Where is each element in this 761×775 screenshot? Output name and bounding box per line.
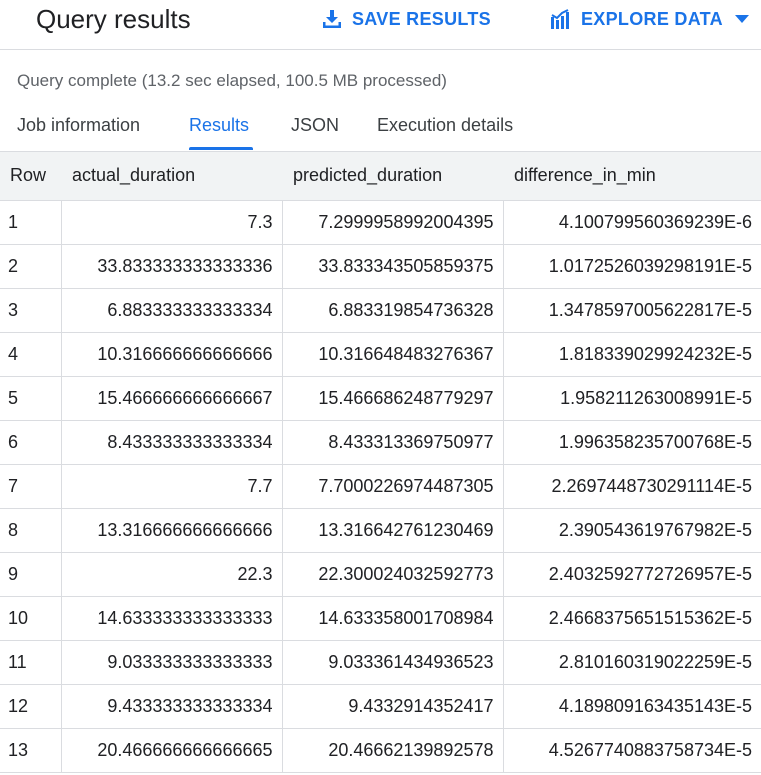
page-title: Query results <box>36 4 191 34</box>
table-row: 9 22.3 22.300024032592773 2.403259277272695… <box>0 552 761 597</box>
actual-duration-cell: 9.433333333333334 <box>60 684 282 729</box>
tab-json[interactable]: JSON <box>291 114 339 136</box>
table-row: 4 10.316666666666666 10.316648483276367 1.8… <box>0 332 761 377</box>
predicted-duration-cell: 15.466686248779297 <box>281 376 503 421</box>
predicted-duration-cell: 9.033361434936523 <box>281 640 503 685</box>
predicted-duration-cell: 8.433313369750977 <box>281 420 503 465</box>
table-row: 13 20.466666666666665 20.46662139892578 4.5… <box>0 728 761 773</box>
row-number-cell: 9 <box>0 552 61 597</box>
column-header-difference-in-min: difference_in_min <box>503 152 761 201</box>
row-number-cell: 12 <box>0 684 61 729</box>
table-header-row: Row actual_duration predicted_duration d… <box>0 152 761 201</box>
column-header-predicted-duration: predicted_duration <box>282 152 503 201</box>
download-icon <box>323 10 341 28</box>
tab-job-information[interactable]: Job information <box>17 114 140 136</box>
save-results-label: SAVE RESULTS <box>352 8 491 29</box>
table-row: 1 7.3 7.2999958992004395 4.100799560369239E… <box>0 200 761 245</box>
results-tabs: Job information Results JSON Execution d… <box>0 110 761 150</box>
row-number-cell: 7 <box>0 464 61 509</box>
actual-duration-cell: 9.033333333333333 <box>60 640 282 685</box>
actual-duration-cell: 15.466666666666667 <box>60 376 282 421</box>
actual-duration-cell: 20.466666666666665 <box>60 728 282 773</box>
chevron-down-icon[interactable] <box>734 15 749 23</box>
actual-duration-cell: 14.633333333333333 <box>60 596 282 641</box>
actual-duration-cell: 33.833333333333336 <box>60 244 282 289</box>
actual-duration-cell: 13.316666666666666 <box>60 508 282 553</box>
difference-in-min-cell: 1.958211263008991E-5 <box>502 376 761 421</box>
row-number-cell: 13 <box>0 728 61 773</box>
table-row: 3 6.883333333333334 6.883319854736328 1.347… <box>0 288 761 333</box>
predicted-duration-cell: 22.300024032592773 <box>281 552 503 597</box>
column-header-row: Row <box>0 152 61 201</box>
predicted-duration-cell: 33.833343505859375 <box>281 244 503 289</box>
predicted-duration-cell: 20.46662139892578 <box>281 728 503 773</box>
tab-results[interactable]: Results <box>189 114 249 136</box>
row-number-cell: 3 <box>0 288 61 333</box>
table-row: 10 14.633333333333333 14.633358001708984 2.… <box>0 596 761 641</box>
row-number-cell: 8 <box>0 508 61 553</box>
actual-duration-cell: 7.7 <box>60 464 282 509</box>
predicted-duration-cell: 9.4332914352417 <box>281 684 503 729</box>
explore-data-label: EXPLORE DATA <box>581 8 723 29</box>
difference-in-min-cell: 4.100799560369239E-6 <box>502 200 761 245</box>
difference-in-min-cell: 2.4032592772726957E-5 <box>502 552 761 597</box>
actual-duration-cell: 7.3 <box>60 200 282 245</box>
actual-duration-cell: 8.433333333333334 <box>60 420 282 465</box>
table-row: 11 9.033333333333333 9.033361434936523 2.81… <box>0 640 761 685</box>
row-number-cell: 5 <box>0 376 61 421</box>
difference-in-min-cell: 1.3478597005622817E-5 <box>502 288 761 333</box>
query-status: Query complete (13.2 sec elapsed, 100.5 … <box>17 71 447 90</box>
predicted-duration-cell: 7.7000226974487305 <box>281 464 503 509</box>
row-number-cell: 1 <box>0 200 61 245</box>
table-row: 8 13.316666666666666 13.316642761230469 2.3… <box>0 508 761 553</box>
difference-in-min-cell: 2.4668375651515362E-5 <box>502 596 761 641</box>
difference-in-min-cell: 2.2697448730291114E-5 <box>502 464 761 509</box>
actual-duration-cell: 10.316666666666666 <box>60 332 282 377</box>
explore-data-button[interactable]: EXPLORE DATA <box>550 6 749 32</box>
predicted-duration-cell: 6.883319854736328 <box>281 288 503 333</box>
difference-in-min-cell: 2.390543619767982E-5 <box>502 508 761 553</box>
results-header: Query results SAVE RESULTS EXPLORE DATA <box>0 0 761 50</box>
row-number-cell: 4 <box>0 332 61 377</box>
predicted-duration-cell: 14.633358001708984 <box>281 596 503 641</box>
row-number-cell: 6 <box>0 420 61 465</box>
save-results-button[interactable]: SAVE RESULTS <box>321 6 491 32</box>
tab-execution-details[interactable]: Execution details <box>377 114 513 136</box>
actual-duration-cell: 22.3 <box>60 552 282 597</box>
table-row: 5 15.466666666666667 15.466686248779297 1.9… <box>0 376 761 421</box>
table-row: 7 7.7 7.7000226974487305 2.2697448730291114… <box>0 464 761 509</box>
predicted-duration-cell: 7.2999958992004395 <box>281 200 503 245</box>
predicted-duration-cell: 10.316648483276367 <box>281 332 503 377</box>
table-row: 2 33.833333333333336 33.833343505859375 1.0… <box>0 244 761 289</box>
difference-in-min-cell: 4.189809163435143E-5 <box>502 684 761 729</box>
results-table: Row actual_duration predicted_duration d… <box>0 151 761 773</box>
table-row: 12 9.433333333333334 9.4332914352417 4.1898… <box>0 684 761 729</box>
predicted-duration-cell: 13.316642761230469 <box>281 508 503 553</box>
actual-duration-cell: 6.883333333333334 <box>60 288 282 333</box>
column-header-actual-duration: actual_duration <box>61 152 282 201</box>
chart-icon <box>551 9 569 29</box>
difference-in-min-cell: 1.996358235700768E-5 <box>502 420 761 465</box>
difference-in-min-cell: 4.5267740883758734E-5 <box>502 728 761 773</box>
table-row: 6 8.433333333333334 8.433313369750977 1.996… <box>0 420 761 465</box>
active-tab-indicator <box>189 147 253 150</box>
row-number-cell: 10 <box>0 596 61 641</box>
difference-in-min-cell: 1.0172526039298191E-5 <box>502 244 761 289</box>
row-number-cell: 2 <box>0 244 61 289</box>
difference-in-min-cell: 2.810160319022259E-5 <box>502 640 761 685</box>
row-number-cell: 11 <box>0 640 61 685</box>
difference-in-min-cell: 1.818339029924232E-5 <box>502 332 761 377</box>
